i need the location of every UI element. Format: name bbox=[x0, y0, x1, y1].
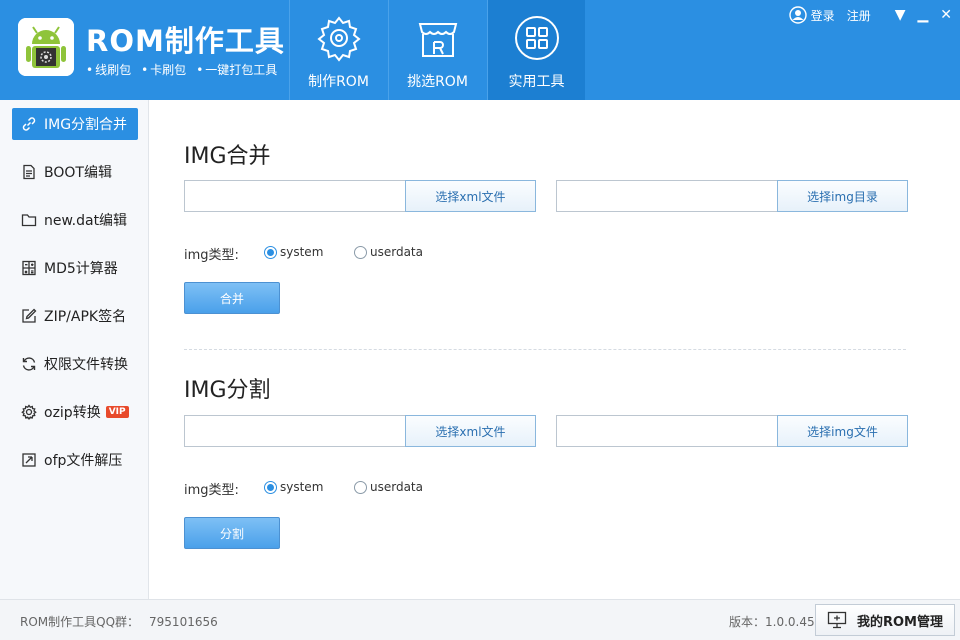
refresh-icon bbox=[20, 355, 38, 373]
subtitle-item: 线刷包 bbox=[86, 61, 131, 78]
merge-xml-path-input[interactable] bbox=[185, 181, 405, 211]
merge-img-dir-input[interactable] bbox=[557, 181, 777, 211]
sidebar-item-zip-apk-sign[interactable]: ZIP/APK签名 bbox=[12, 300, 138, 332]
version-text: 版本：1.0.0.45 bbox=[729, 615, 815, 629]
split-type-label: img类型: bbox=[184, 483, 239, 498]
sidebar-item-label: ozip转换 bbox=[44, 405, 101, 421]
split-title: IMG分割 bbox=[184, 378, 271, 403]
footer: ROM制作工具QQ群： 795101656 版本：1.0.0.45 我的ROM管理 bbox=[0, 599, 960, 640]
sidebar-item-permission-convert[interactable]: 权限文件转换 bbox=[12, 348, 138, 380]
merge-img-dir-field[interactable] bbox=[556, 180, 778, 212]
radio-label: userdata bbox=[370, 480, 423, 494]
sidebar-item-boot-edit[interactable]: BOOT编辑 bbox=[12, 156, 138, 188]
sidebar: IMG分割合并 BOOT编辑 new.dat编辑 MD5计算器 ZIP/APK签… bbox=[0, 100, 149, 599]
link-icon bbox=[20, 115, 38, 133]
sidebar-item-label: BOOT编辑 bbox=[44, 165, 112, 181]
app-title: ROM制作工具 bbox=[86, 24, 285, 58]
register-label: 注册 bbox=[846, 8, 871, 23]
split-radio-userdata[interactable]: userdata bbox=[354, 480, 423, 494]
subtitle-item: 卡刷包 bbox=[141, 61, 186, 78]
nav-label: 挑选ROM bbox=[407, 74, 468, 90]
login-link[interactable]: 登录 bbox=[788, 6, 835, 24]
split-button[interactable]: 分割 bbox=[184, 517, 280, 549]
split-select-xml-button[interactable]: 选择xml文件 bbox=[405, 415, 536, 447]
radio-dot bbox=[264, 245, 277, 259]
document-icon bbox=[20, 163, 38, 181]
edit-icon bbox=[20, 307, 38, 325]
merge-select-xml-button[interactable]: 选择xml文件 bbox=[405, 180, 536, 212]
store-icon bbox=[418, 23, 458, 57]
sidebar-item-label: IMG分割合并 bbox=[44, 117, 128, 133]
gear-icon bbox=[317, 16, 361, 62]
merge-select-img-dir-button[interactable]: 选择img目录 bbox=[777, 180, 908, 212]
close-icon[interactable]: ✕ bbox=[940, 7, 952, 23]
sidebar-item-newdat-edit[interactable]: new.dat编辑 bbox=[12, 204, 138, 236]
login-label: 登录 bbox=[810, 8, 835, 23]
folder-icon bbox=[20, 211, 38, 229]
split-img-file-field[interactable] bbox=[556, 415, 778, 447]
nav-tools[interactable]: 实用工具 bbox=[487, 0, 585, 100]
my-rom-manage-button[interactable]: 我的ROM管理 bbox=[815, 604, 955, 636]
merge-title: IMG合并 bbox=[184, 144, 271, 169]
merge-radio-system[interactable]: system bbox=[264, 245, 323, 259]
sidebar-item-md5-calculator[interactable]: MD5计算器 bbox=[12, 252, 138, 284]
radio-dot bbox=[354, 245, 367, 259]
section-divider bbox=[184, 349, 906, 350]
split-xml-path-field[interactable] bbox=[184, 415, 406, 447]
extract-icon bbox=[20, 451, 38, 469]
gear-small-icon bbox=[20, 403, 38, 421]
merge-xml-path-field[interactable] bbox=[184, 180, 406, 212]
split-img-file-input[interactable] bbox=[557, 416, 777, 446]
register-link[interactable]: 注册 bbox=[847, 7, 871, 24]
user-bar: 登录 注册 ▼ ▁ ✕ bbox=[788, 6, 952, 24]
minimize-icon[interactable]: ▁ bbox=[917, 7, 928, 23]
radio-label: userdata bbox=[370, 245, 423, 259]
nav-label: 实用工具 bbox=[508, 74, 565, 90]
sidebar-item-label: 权限文件转换 bbox=[44, 357, 128, 373]
split-xml-path-input[interactable] bbox=[185, 416, 405, 446]
user-icon bbox=[788, 6, 807, 24]
monitor-icon bbox=[827, 611, 847, 629]
sidebar-item-label: new.dat编辑 bbox=[44, 213, 128, 229]
merge-button[interactable]: 合并 bbox=[184, 282, 280, 314]
split-radio-system[interactable]: system bbox=[264, 480, 323, 494]
nav-label: 制作ROM bbox=[308, 74, 369, 90]
split-select-img-file-button[interactable]: 选择img文件 bbox=[777, 415, 908, 447]
merge-type-label: img类型: bbox=[184, 248, 239, 263]
qq-group-number: 795101656 bbox=[149, 615, 218, 629]
my-rom-manage-label: 我的ROM管理 bbox=[857, 614, 943, 630]
radio-dot bbox=[264, 480, 277, 494]
grid-icon bbox=[515, 16, 559, 60]
merge-radio-userdata[interactable]: userdata bbox=[354, 245, 423, 259]
radio-label: system bbox=[280, 245, 324, 259]
header: ROM制作工具 线刷包 卡刷包 一键打包工具 制作ROM 挑选ROM bbox=[0, 0, 960, 100]
sidebar-item-label: ofp文件解压 bbox=[44, 453, 123, 469]
radio-dot bbox=[354, 480, 367, 494]
qq-group-info: ROM制作工具QQ群： 795101656 bbox=[20, 613, 218, 630]
android-logo-icon bbox=[18, 18, 74, 76]
app-subtitle: 线刷包 卡刷包 一键打包工具 bbox=[86, 61, 277, 78]
sidebar-item-ofp-extract[interactable]: ofp文件解压 bbox=[12, 444, 138, 476]
dropdown-arrow-icon[interactable]: ▼ bbox=[895, 7, 906, 23]
nav-make-rom[interactable]: 制作ROM bbox=[289, 0, 387, 100]
subtitle-item: 一键打包工具 bbox=[196, 61, 277, 78]
nav-pick-rom[interactable]: 挑选ROM bbox=[388, 0, 486, 100]
sidebar-item-ozip-convert[interactable]: ozip转换 VIP bbox=[12, 396, 138, 428]
calculator-icon bbox=[20, 259, 38, 277]
sidebar-item-label: MD5计算器 bbox=[44, 261, 118, 277]
sidebar-item-label: ZIP/APK签名 bbox=[44, 309, 127, 325]
vip-badge: VIP bbox=[105, 406, 129, 418]
radio-label: system bbox=[280, 480, 324, 494]
qq-group-label: ROM制作工具QQ群： bbox=[20, 615, 140, 629]
sidebar-item-img-split-merge[interactable]: IMG分割合并 bbox=[12, 108, 138, 140]
